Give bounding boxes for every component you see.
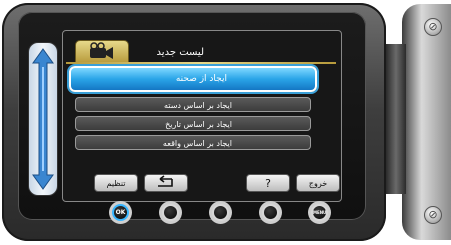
header-tab bbox=[75, 40, 129, 64]
header-divider bbox=[66, 62, 336, 64]
screw-top-icon: ⊘ bbox=[424, 18, 442, 36]
return-arrow-icon bbox=[158, 175, 173, 187]
menu-item-create-by-date[interactable]: ایجاد بر اساس تاریخ bbox=[75, 116, 311, 131]
scroll-slider[interactable] bbox=[28, 42, 58, 196]
operation-button-2[interactable] bbox=[162, 204, 179, 221]
ok-button[interactable]: OK bbox=[112, 204, 129, 221]
back-button[interactable] bbox=[144, 174, 188, 192]
camera-side-panel bbox=[402, 4, 451, 240]
scroll-double-arrow-icon bbox=[32, 48, 54, 190]
menu-item-create-from-scene[interactable]: ایجاد از صحنه bbox=[69, 66, 317, 92]
screw-bottom-icon: ⊘ bbox=[424, 206, 442, 224]
exit-button[interactable]: خروج bbox=[296, 174, 340, 192]
lcd-hinge bbox=[386, 44, 406, 194]
page-title: لیست جدید bbox=[156, 47, 204, 58]
operation-button-4[interactable] bbox=[262, 204, 279, 221]
menu-item-create-by-category[interactable]: ایجاد بر اساس دسته bbox=[75, 97, 311, 112]
video-camera-icon bbox=[90, 42, 113, 59]
menu-button[interactable]: MENU bbox=[311, 204, 328, 221]
operation-button-3[interactable] bbox=[212, 204, 229, 221]
help-button[interactable]: ? bbox=[246, 174, 290, 192]
settings-button[interactable]: تنظیم bbox=[94, 174, 138, 192]
menu-item-create-by-event[interactable]: ایجاد بر اساس واقعه bbox=[75, 135, 311, 150]
